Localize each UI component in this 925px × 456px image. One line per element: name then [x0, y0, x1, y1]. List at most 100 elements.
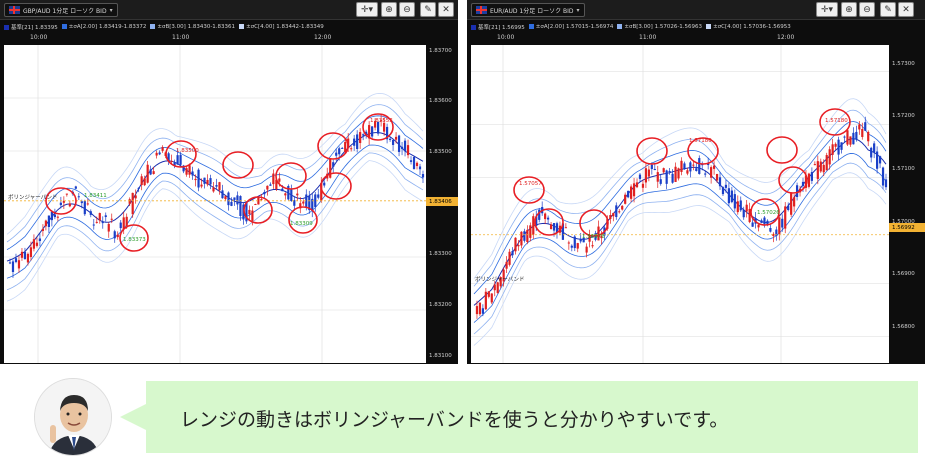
candle-body — [641, 183, 645, 188]
candle-body — [549, 224, 553, 230]
candle-body — [718, 177, 722, 187]
candle-body — [35, 242, 39, 246]
candle-body — [53, 214, 56, 218]
bollinger-basis-line — [6, 132, 424, 262]
price-label: 1.83300 — [429, 251, 452, 257]
plot-area[interactable]: 1.57057 1.56976 1.57180 1.57026 1.57180 ボリンジ… — [471, 45, 889, 363]
candle-body — [391, 139, 395, 145]
candle-body — [763, 217, 766, 225]
candle-body — [344, 141, 347, 153]
candle-body — [200, 184, 203, 187]
candle-body — [481, 308, 484, 314]
bollinger-upper-band — [473, 121, 887, 295]
pen-button[interactable]: ✎ — [420, 2, 436, 17]
time-axis: 10:00 11:00 12:00 — [4, 34, 424, 44]
candle-body — [406, 145, 410, 156]
crosshair-button[interactable]: ✛▾ — [816, 2, 838, 17]
candle-body — [170, 160, 173, 162]
candle-body — [686, 170, 689, 174]
candle-body — [122, 217, 125, 230]
candle-body — [733, 194, 736, 209]
candle-body — [825, 155, 828, 171]
candle-body — [822, 164, 825, 173]
candle-body — [730, 190, 733, 203]
candle-body — [656, 172, 659, 182]
indicator-label: ボリンジャーバンド — [475, 277, 525, 283]
close-icon: ✕ — [902, 4, 910, 15]
candle-body — [323, 182, 326, 186]
candle-body — [858, 124, 861, 130]
candle-body — [609, 215, 612, 219]
zoom-out-icon: ⊖ — [863, 4, 871, 15]
price-annotation: 1.57180 — [825, 118, 848, 124]
candle-body — [508, 251, 511, 265]
candle-body — [104, 215, 107, 218]
candle-body — [695, 168, 698, 172]
candle-body — [784, 206, 787, 229]
candle-body — [418, 166, 422, 170]
candle-body — [736, 201, 739, 213]
candle-body — [612, 212, 615, 217]
candle-body — [843, 136, 846, 138]
candle-body — [635, 182, 639, 188]
uk-flag-icon — [9, 6, 20, 14]
candle-body — [745, 204, 748, 212]
candle-body — [760, 220, 763, 223]
candle-body — [254, 203, 257, 205]
candle-body — [520, 231, 523, 246]
zoom-out-button[interactable]: ⊖ — [859, 2, 875, 17]
candle-body — [119, 222, 122, 229]
candle-body — [212, 187, 215, 192]
zoom-in-button[interactable]: ⊕ — [381, 2, 397, 17]
candle-body — [650, 164, 653, 170]
candle-body — [179, 154, 182, 165]
close-button[interactable]: ✕ — [898, 2, 914, 17]
candle-body — [647, 169, 650, 177]
price-label: 1.56900 — [892, 271, 915, 277]
candle-body — [487, 291, 490, 297]
candle-body — [677, 168, 680, 179]
time-label: 11:00 — [639, 34, 657, 41]
symbol-selector[interactable]: GBP/AUD 1分足 ローソク BID ▾ — [4, 3, 118, 17]
symbol-selector[interactable]: EUR/AUD 1分足 ローソク BID ▾ — [471, 3, 585, 17]
candle-body — [819, 161, 822, 172]
candle-body — [101, 221, 104, 224]
candle-body — [149, 169, 152, 175]
candle-body — [810, 172, 813, 181]
candle-body — [873, 143, 876, 153]
candle-body — [849, 136, 852, 145]
candle-body — [11, 261, 15, 273]
candle-body — [632, 183, 636, 197]
candle-body — [176, 155, 179, 165]
candle-body — [338, 148, 341, 155]
candle-body — [394, 136, 398, 140]
candle-body — [790, 193, 793, 215]
legend-basis: 基準[21] 1.83395 — [4, 23, 58, 31]
zoom-in-button[interactable]: ⊕ — [841, 2, 857, 17]
current-price-badge: 1.83406 — [426, 197, 458, 206]
candle-body — [92, 224, 95, 226]
candle-body — [828, 149, 831, 165]
plot-area[interactable]: 1.83411 1.83373 1.83500 1.83309 1.83553 ボリンジ… — [4, 45, 426, 363]
candle-body — [382, 122, 386, 132]
crosshair-button[interactable]: ✛▾ — [356, 2, 378, 17]
zoom-out-button[interactable]: ⊖ — [399, 2, 415, 17]
candle-body — [107, 223, 110, 232]
candle-body — [65, 193, 68, 195]
candle-body — [233, 197, 236, 200]
close-icon: ✕ — [442, 4, 450, 15]
candle-body — [152, 171, 155, 175]
pen-icon: ✎ — [424, 4, 432, 15]
candle-body — [239, 196, 242, 217]
candle-body — [47, 215, 50, 227]
candle-body — [855, 131, 858, 140]
price-annotation: 1.57026 — [757, 210, 780, 216]
pen-button[interactable]: ✎ — [880, 2, 896, 17]
highlight-circle — [636, 137, 668, 165]
legend-sigma-a: ±σA[2.00] 1.57015-1.56974 — [528, 24, 613, 30]
gbpaud-candles: 1.83411 1.83373 1.83500 1.83309 1.83553 — [4, 45, 426, 363]
time-label: 11:00 — [172, 34, 190, 41]
close-button[interactable]: ✕ — [438, 2, 454, 17]
candle-body — [781, 218, 784, 228]
candle-body — [698, 158, 701, 174]
